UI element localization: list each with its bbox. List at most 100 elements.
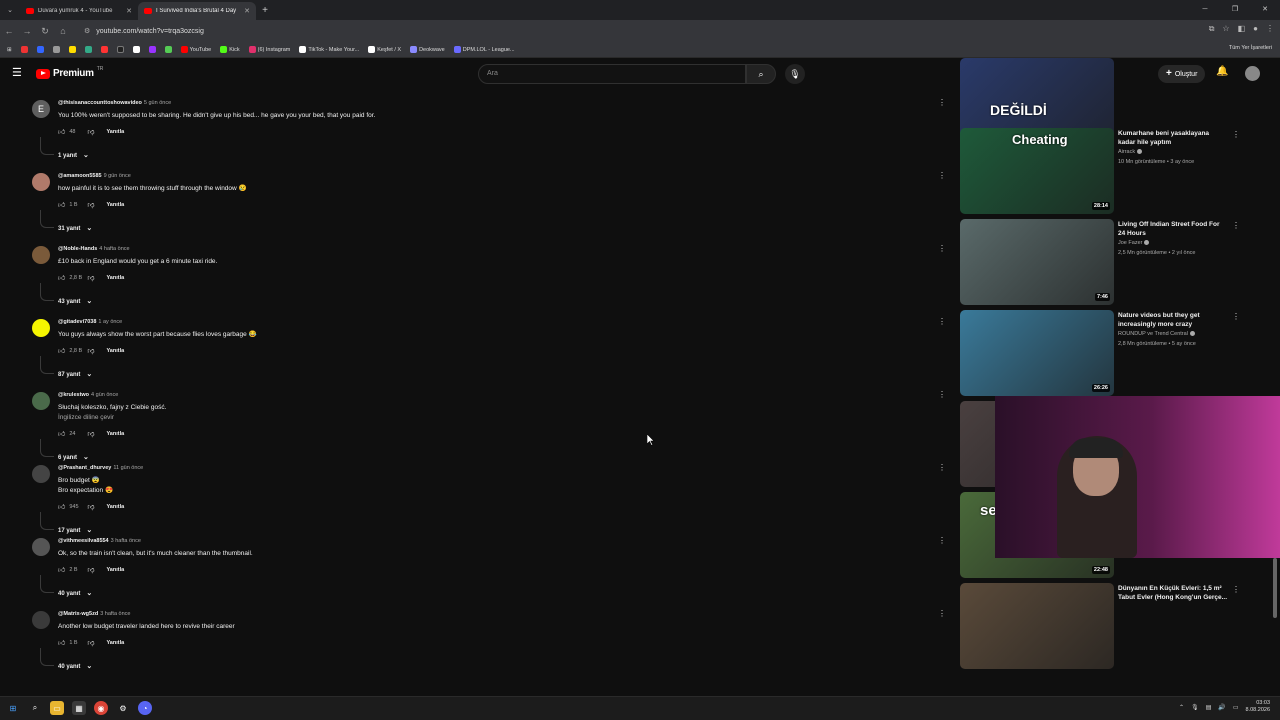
video-thumbnail[interactable] [960,583,1114,669]
comment-author[interactable]: @Matrix-wg5zd [58,611,98,617]
comment-author[interactable]: @vithmeesilva8554 [58,538,109,544]
bookmark-icon-9[interactable] [146,46,159,53]
channel-name[interactable]: ROUNDUP ve Trend Central [1118,331,1228,337]
menu-kebab-icon[interactable]: ⋮ [1266,24,1274,34]
thumbs-down-icon[interactable]: 👎︎ [87,127,94,136]
battery-icon[interactable]: ▭ [1233,704,1239,711]
channel-name[interactable]: Joe Fazer [1118,240,1228,246]
store-icon[interactable]: ▦ [72,701,86,715]
scrollbar-thumb[interactable] [1273,558,1277,618]
bookmark-star-icon[interactable]: ☆ [1222,24,1229,34]
thumbs-up-icon[interactable]: 👍︎ [58,346,65,355]
video-more-icon[interactable]: ⋮ [1232,585,1240,594]
video-title[interactable]: Living Off Indian Street Food For 24 Hou… [1118,220,1228,238]
reload-icon[interactable]: ↻ [36,26,54,37]
thumbs-down-icon[interactable]: 👎︎ [87,502,94,511]
comment-time[interactable]: 1 ay önce [98,319,122,325]
file-explorer-icon[interactable]: ▭ [50,701,64,715]
reply-button[interactable]: Yanıtla [106,640,124,646]
commenter-avatar[interactable] [32,465,50,483]
bookmark-x[interactable]: Keşfet / X [365,46,404,53]
commenter-avatar[interactable] [32,319,50,337]
search-icon[interactable]: ⌕ [28,701,42,715]
comment-more-icon[interactable]: ⋮ [938,98,946,107]
comment-more-icon[interactable]: ⋮ [938,317,946,326]
create-button[interactable]: + Oluştur [1158,65,1206,83]
bookmark-icon-5[interactable] [82,46,95,53]
thumbs-up-icon[interactable]: 👍︎ [58,200,65,209]
video-thumbnail[interactable]: 26:26 [960,310,1114,396]
profile-icon[interactable]: ● [1253,24,1258,34]
video-thumbnail[interactable]: 7:46 [960,219,1114,305]
thumbs-up-icon[interactable]: 👍︎ [58,565,65,574]
show-replies-button[interactable]: 43 yanıt ⌄ [58,297,92,305]
comment-author[interactable]: @gitadevi7038 [58,319,96,325]
comment-more-icon[interactable]: ⋮ [938,390,946,399]
bookmark-youtube[interactable]: YouTube [178,46,215,53]
close-icon[interactable]: ✕ [126,7,132,15]
comment-author[interactable]: @krulestwo [58,392,89,398]
video-title[interactable]: Nature videos but they get increasingly … [1118,311,1228,329]
settings-icon[interactable]: ⚙ [116,701,130,715]
show-replies-button[interactable]: 40 yanıt ⌄ [58,662,92,670]
thumbs-down-icon[interactable]: 👎︎ [87,565,94,574]
page-scrollbar[interactable] [1272,88,1278,696]
translate-link[interactable]: İngilizce diline çevir [58,413,166,423]
search-button[interactable]: ⌕ [746,64,776,84]
url-field[interactable]: ⚙ youtube.com/watch?v=trqa3ozcsig [78,23,1178,39]
comment-more-icon[interactable]: ⋮ [938,463,946,472]
comment-time[interactable]: 3 hafta önce [111,538,141,544]
bookmark-icon-10[interactable] [162,46,175,53]
reply-button[interactable]: Yanıtla [106,275,124,281]
comment-more-icon[interactable]: ⋮ [938,244,946,253]
mic-tray-icon[interactable]: 🎙 [1191,704,1199,711]
thumbs-up-icon[interactable]: 👍︎ [58,638,65,647]
comment-author[interactable]: @Prashant_dhurvey [58,465,111,471]
tab-search-icon[interactable]: ⌄ [0,0,20,20]
bookmark-deokwave[interactable]: Deokwave [407,46,448,53]
back-icon[interactable]: ← [0,26,18,36]
comment-time[interactable]: 3 hafta önce [100,611,130,617]
video-title[interactable]: Kumarhane beni yasaklayana kadar hile ya… [1118,129,1228,147]
bookmark-icon-4[interactable] [66,46,79,53]
show-replies-button[interactable]: 1 yanıt ⌄ [58,151,89,159]
thumbs-down-icon[interactable]: 👎︎ [87,200,94,209]
thumbs-up-icon[interactable]: 👍︎ [58,273,65,282]
tab-active-video[interactable]: I Survived India's Brutal 4 Day ✕ [138,2,256,20]
network-icon[interactable]: ▤ [1206,704,1212,711]
windows-start-icon[interactable]: ⊞ [6,701,20,715]
reply-button[interactable]: Yanıtla [106,431,124,437]
reply-button[interactable]: Yanıtla [106,202,124,208]
commenter-avatar[interactable] [32,392,50,410]
video-more-icon[interactable]: ⋮ [1232,312,1240,321]
discord-icon[interactable]: ◔ [138,701,152,715]
bookmark-icon-8[interactable] [130,46,143,53]
reply-button[interactable]: Yanıtla [106,348,124,354]
channel-name[interactable]: Airrack [1118,149,1228,155]
account-avatar[interactable] [1245,66,1260,81]
thumbs-up-icon[interactable]: 👍︎ [58,429,65,438]
comment-time[interactable]: 9 gün önce [104,173,131,179]
bookmark-icon-6[interactable] [98,46,111,53]
bookmark-icon-2[interactable] [34,46,47,53]
install-icon[interactable]: ⧉ [1209,24,1215,34]
comment-more-icon[interactable]: ⋮ [938,609,946,618]
comment-time[interactable]: 4 gün önce [91,392,118,398]
close-window-icon[interactable]: ✕ [1250,0,1280,20]
commenter-avatar[interactable] [32,611,50,629]
thumbs-up-icon[interactable]: 👍︎ [58,502,65,511]
new-tab-button[interactable]: + [256,5,274,16]
tab-duvara[interactable]: Duvara yumruk 4 - YouTube ✕ [20,2,138,20]
video-more-icon[interactable]: ⋮ [1232,221,1240,230]
minimize-icon[interactable]: ─ [1190,0,1220,20]
thumbs-down-icon[interactable]: 👎︎ [87,346,94,355]
comment-author[interactable]: @Noble-Hands [58,246,97,252]
search-input[interactable]: Ara [478,64,746,84]
chrome-icon[interactable]: ◉ [94,701,108,715]
volume-icon[interactable]: 🔊 [1218,704,1225,711]
maximize-icon[interactable]: ❐ [1220,0,1250,20]
close-icon[interactable]: ✕ [244,7,250,15]
video-more-icon[interactable]: ⋮ [1232,130,1240,139]
extensions-icon[interactable]: ◧ [1238,24,1246,34]
bookmark-dpm[interactable]: DPM.LOL - League... [451,46,518,53]
